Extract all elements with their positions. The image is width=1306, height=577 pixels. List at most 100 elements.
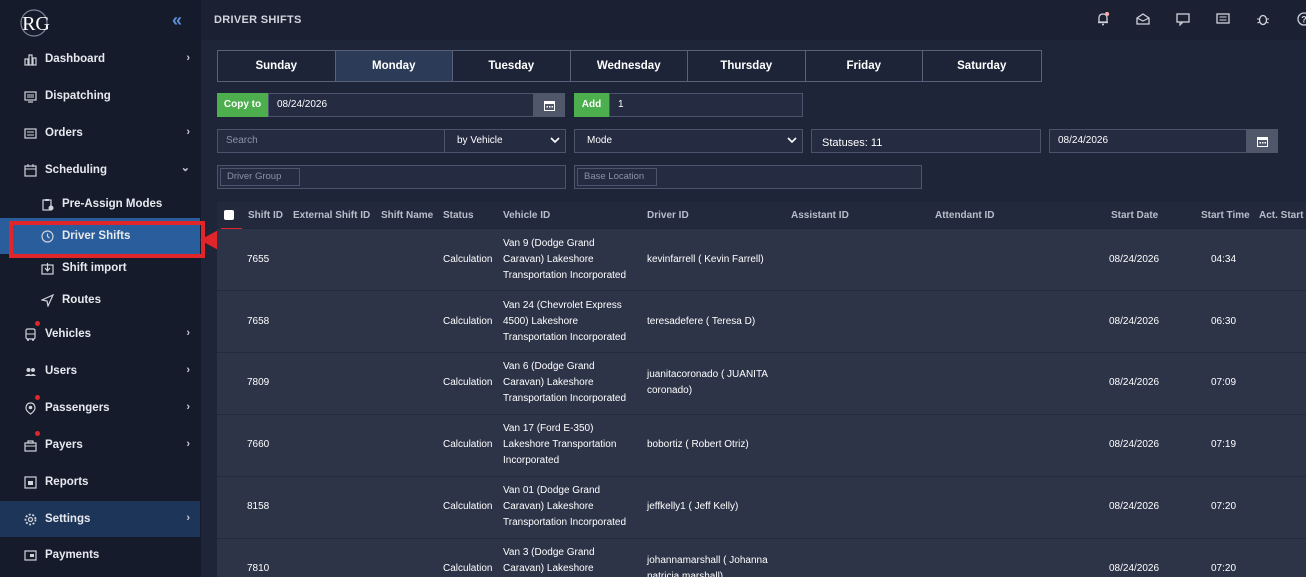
- tab-saturday[interactable]: Saturday: [923, 51, 1041, 81]
- calendar-button[interactable]: [1246, 129, 1278, 153]
- table-row[interactable]: 8158 Calculation Van 01 (Dodge Grand Car…: [217, 477, 1306, 539]
- tab-friday[interactable]: Friday: [805, 51, 923, 81]
- column-header[interactable]: Shift ID: [248, 210, 283, 221]
- vehicle-line: Caravan) Lakeshore: [503, 377, 594, 388]
- table-row[interactable]: 7809 Calculation Van 6 (Dodge Grand Cara…: [217, 353, 1306, 415]
- table-row[interactable]: 7810 Calculation Van 3 (Dodge Grand Cara…: [217, 539, 1306, 577]
- vehicle-cell: Van 24 (Chevrolet Express 4500) Lakeshor…: [503, 298, 626, 346]
- driver-line: teresadefere ( Teresa D): [647, 316, 756, 327]
- column-header[interactable]: Status: [443, 210, 474, 221]
- sidebar-item-pre-assign-modes[interactable]: Pre-Assign Modes: [0, 186, 200, 222]
- page-title: DRIVER SHIFTS: [214, 14, 302, 26]
- bell-icon[interactable]: [1096, 12, 1110, 26]
- mode-select[interactable]: Mode: [574, 129, 803, 153]
- copy-to-date-input[interactable]: 08/24/2026: [268, 93, 534, 117]
- vehicle-cell: Van 9 (Dodge Grand Caravan) Lakeshore Tr…: [503, 236, 626, 284]
- notification-badge: [35, 431, 40, 436]
- sidebar-item-dispatching[interactable]: Dispatching: [0, 78, 200, 114]
- shift-id-cell: 7809: [247, 377, 270, 388]
- clipboard-lock-icon: [40, 197, 54, 211]
- import-icon: [40, 261, 54, 275]
- vehicle-line: Caravan) Lakeshore: [503, 254, 594, 265]
- column-header[interactable]: External Shift ID: [293, 210, 370, 221]
- base-location-select[interactable]: Base Location: [574, 165, 922, 189]
- shift-id-cell: 7810: [247, 563, 270, 574]
- column-header[interactable]: Driver ID: [647, 210, 689, 221]
- tab-wednesday[interactable]: Wednesday: [570, 51, 688, 81]
- column-header[interactable]: Assistant ID: [791, 210, 849, 221]
- sidebar-item-scheduling[interactable]: Scheduling ⌄: [0, 152, 200, 188]
- column-header[interactable]: Act. Start T: [1259, 210, 1306, 221]
- add-button[interactable]: Add: [574, 93, 609, 117]
- column-header[interactable]: Vehicle ID: [503, 210, 550, 221]
- driver-cell: jeffkelly1 ( Jeff Kelly): [647, 499, 738, 515]
- chevron-right-icon: ›: [186, 364, 190, 376]
- sidebar-item-users[interactable]: Users ›: [0, 353, 200, 389]
- sidebar-item-reports[interactable]: Reports: [0, 464, 200, 500]
- tab-thursday[interactable]: Thursday: [688, 51, 806, 81]
- search-input[interactable]: Search: [217, 129, 445, 153]
- sidebar-item-label: Scheduling: [45, 164, 107, 176]
- select-value: Mode: [587, 135, 613, 146]
- sidebar-item-payers[interactable]: Payers ›: [0, 427, 200, 463]
- vehicle-line: Transportation Incorporated: [503, 332, 627, 343]
- tab-monday[interactable]: Monday: [335, 51, 453, 81]
- table-row[interactable]: 7658 Calculation Van 24 (Chevrolet Expre…: [217, 291, 1306, 353]
- select-value: by Vehicle: [457, 135, 503, 146]
- select-all-checkbox[interactable]: [224, 210, 234, 220]
- bug-icon[interactable]: [1256, 12, 1270, 26]
- chevron-down-icon: ⌄: [180, 162, 190, 174]
- filter-date-input[interactable]: 08/24/2026: [1049, 129, 1247, 153]
- column-header[interactable]: Attendant ID: [935, 210, 994, 221]
- vehicle-line: Transportation Incorporated: [503, 517, 627, 528]
- column-header[interactable]: Start Date: [1111, 210, 1158, 221]
- sidebar-item-payments[interactable]: Payments: [0, 537, 200, 573]
- users-icon: [23, 364, 37, 378]
- help-icon[interactable]: ?: [1297, 12, 1306, 26]
- bar-chart-icon: [23, 52, 37, 66]
- sidebar-item-settings[interactable]: Settings ›: [0, 501, 200, 537]
- rg-logo[interactable]: RG: [14, 6, 58, 40]
- table-row[interactable]: 7660 Calculation Van 17 (Ford E-350) Lak…: [217, 415, 1306, 477]
- start-date-cell: 08/24/2026: [1109, 439, 1160, 450]
- mail-open-icon[interactable]: [1136, 12, 1150, 26]
- sidebar-item-label: Reports: [45, 476, 89, 488]
- by-vehicle-select[interactable]: by Vehicle: [444, 129, 566, 153]
- sidebar-item-vehicles[interactable]: Vehicles ›: [0, 316, 200, 352]
- sidebar-item-orders[interactable]: Orders ›: [0, 115, 200, 151]
- status-cell: Calculation: [443, 501, 493, 512]
- sidebar-item-dashboard[interactable]: Dashboard ›: [0, 41, 200, 77]
- message-flag-icon[interactable]: [1176, 12, 1190, 26]
- chat-icon[interactable]: [1216, 12, 1230, 26]
- calendar-icon: [1256, 136, 1268, 147]
- start-date-cell: 08/24/2026: [1109, 563, 1160, 574]
- svg-text:RG: RG: [22, 13, 50, 35]
- collapse-sidebar-icon[interactable]: «: [172, 10, 182, 31]
- day-tabs: Sunday Monday Tuesday Wednesday Thursday…: [217, 50, 1042, 82]
- vehicle-line: Lakeshore Transportation: [503, 439, 617, 450]
- calendar-button[interactable]: [533, 93, 565, 117]
- add-count-input[interactable]: 1: [609, 93, 803, 117]
- chevron-right-icon: ›: [186, 52, 190, 64]
- status-cell: Calculation: [443, 254, 493, 265]
- column-header[interactable]: Start Time: [1201, 210, 1250, 221]
- tab-tuesday[interactable]: Tuesday: [453, 51, 571, 81]
- statuses-filter[interactable]: Statuses: 11: [811, 129, 1041, 153]
- sidebar-item-label: Payers: [45, 439, 83, 451]
- sidebar-item-passengers[interactable]: Passengers ›: [0, 390, 200, 426]
- payment-icon: [23, 548, 37, 562]
- sidebar-item-routes[interactable]: Routes: [0, 282, 200, 318]
- chevron-right-icon: ›: [186, 401, 190, 413]
- driver-group-select[interactable]: Driver Group: [217, 165, 566, 189]
- column-header[interactable]: Shift Name: [381, 210, 433, 221]
- tab-sunday[interactable]: Sunday: [218, 51, 336, 81]
- start-time-cell: 07:19: [1211, 439, 1237, 450]
- copy-to-button[interactable]: Copy to: [217, 93, 268, 117]
- table-row[interactable]: 7655 Calculation Van 9 (Dodge Grand Cara…: [217, 229, 1306, 291]
- vehicle-cell: Van 17 (Ford E-350) Lakeshore Transporta…: [503, 421, 616, 469]
- list-icon: [23, 126, 37, 140]
- shift-id-cell: 8158: [247, 501, 270, 512]
- passenger-icon: [23, 401, 37, 415]
- table-header: Shift ID External Shift ID Shift Name St…: [217, 202, 1306, 228]
- notification-badge: [35, 395, 40, 400]
